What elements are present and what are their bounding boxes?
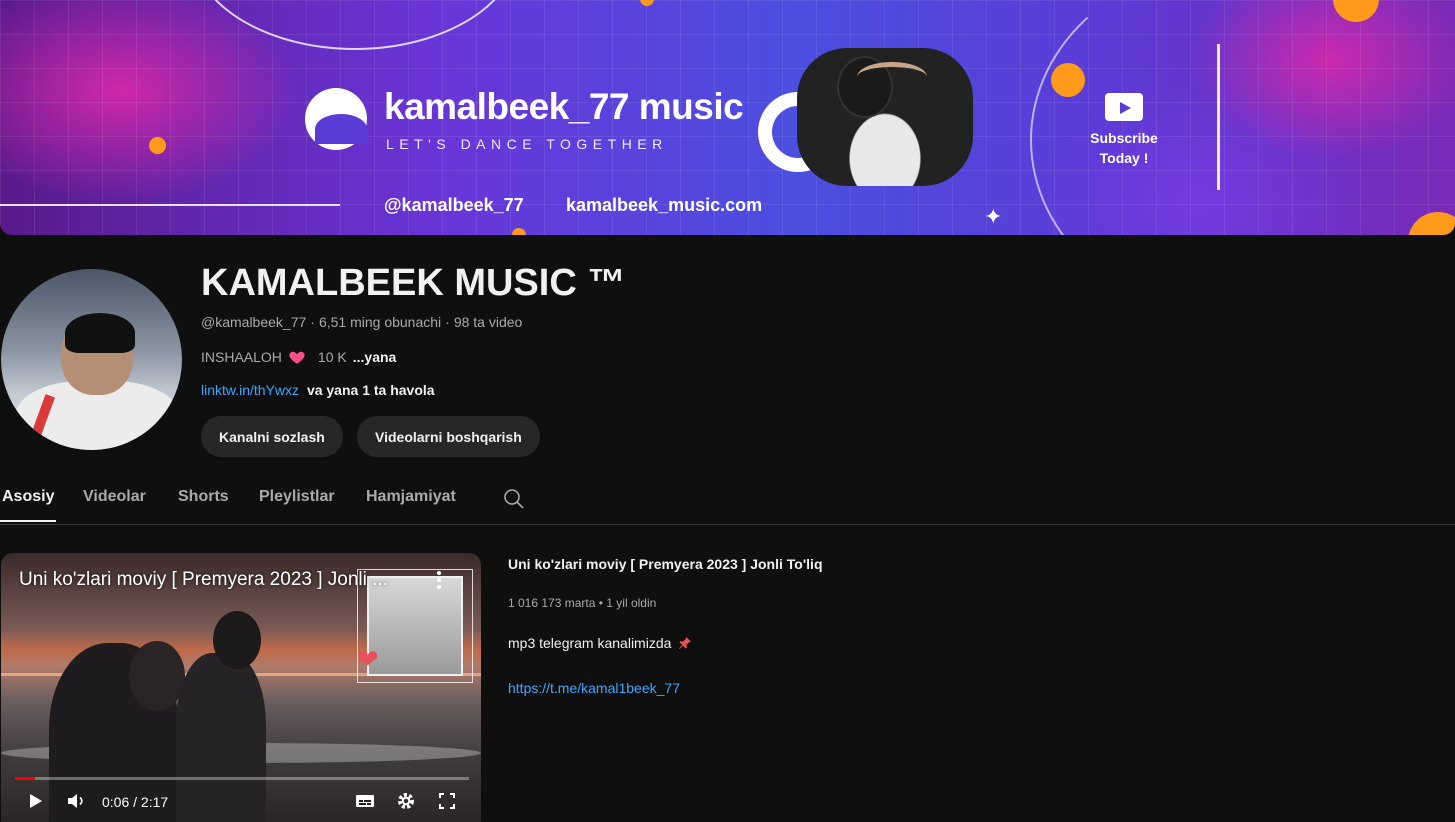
fullscreen-icon[interactable] xyxy=(435,789,459,813)
channel-link[interactable]: linktw.in/thYwxz xyxy=(201,382,299,398)
banner-handle: @kamalbeek_77 xyxy=(384,195,524,215)
progress-bar[interactable] xyxy=(15,777,469,780)
heart-icon xyxy=(289,351,305,364)
channel-banner: kamalbeek_77 music LET'S DANCE TOGETHER … xyxy=(0,0,1455,235)
play-icon[interactable] xyxy=(23,789,47,813)
view-count: 1 016 173 marta xyxy=(508,596,596,610)
banner-dot xyxy=(512,228,526,235)
upload-age: 1 yil oldin xyxy=(606,596,657,610)
banner-photo-hands xyxy=(857,62,927,92)
banner-subscribe-line1: Subscribe xyxy=(1090,130,1158,146)
progress-fill xyxy=(15,777,35,780)
pin-icon xyxy=(679,637,692,649)
manage-videos-button[interactable]: Videolarni boshqarish xyxy=(357,416,540,457)
search-icon[interactable] xyxy=(502,487,526,511)
channel-page: kamalbeek_77 music LET'S DANCE TOGETHER … xyxy=(0,0,1455,822)
tab-videos[interactable]: Videolar xyxy=(83,488,146,506)
featured-video-description: mp3 telegram kanalimizda xyxy=(508,635,693,651)
thumbnail-person-head xyxy=(213,611,261,669)
channel-meta: @kamalbeek_77 · 6,51 ming obunachi · 98 ta v… xyxy=(201,314,522,330)
thumbnail-person xyxy=(176,653,266,822)
description-more-link[interactable]: ...yana xyxy=(353,349,397,365)
volume-icon[interactable] xyxy=(64,789,88,813)
tab-shorts[interactable]: Shorts xyxy=(178,488,229,506)
featured-video-meta: 1 016 173 marta • 1 yil oldin xyxy=(508,596,656,610)
video-count: 98 ta video xyxy=(453,314,523,330)
channel-handle: @kamalbeek_77 xyxy=(201,314,307,330)
banner-divider xyxy=(0,204,340,206)
subscriber-count: 6,51 ming obunachi xyxy=(318,314,442,330)
banner-title: kamalbeek_77 music xyxy=(384,86,744,127)
banner-dot xyxy=(149,137,166,154)
sparkle-icon: ✦ xyxy=(984,204,1003,229)
video-player[interactable]: ❤ Uni ko'zlari moviy [ Premyera 2023 ] J… xyxy=(1,553,481,822)
heart-icon: ❤ xyxy=(357,644,379,674)
more-links[interactable]: va yana 1 ta havola xyxy=(307,382,435,398)
featured-video-link[interactable]: https://t.me/kamal1beek_77 xyxy=(508,680,680,696)
channel-avatar[interactable] xyxy=(1,269,182,450)
tab-community[interactable]: Hamjamiyat xyxy=(366,488,456,506)
banner-subscribe-line2: Today ! xyxy=(1099,150,1149,166)
thumbnail-person-head xyxy=(129,641,185,711)
banner-vertical-line xyxy=(1217,44,1220,190)
banner-photo xyxy=(797,48,973,186)
customize-channel-button[interactable]: Kanalni sozlash xyxy=(201,416,343,457)
channel-description[interactable]: INSHAALOH 10 K ...yana xyxy=(201,348,396,366)
tab-playlists[interactable]: Pleylistlar xyxy=(259,488,335,506)
featured-video-title[interactable]: Uni ko'zlari moviy [ Premyera 2023 ] Jon… xyxy=(508,556,823,572)
player-title[interactable]: Uni ko'zlari moviy [ Premyera 2023 ] Jon… xyxy=(19,569,409,591)
thumbnail-inset-photo xyxy=(367,576,463,676)
description-line: mp3 telegram kanalimizda xyxy=(508,635,672,651)
banner-website: kamalbeek_music.com xyxy=(566,195,763,215)
banner-subscribe-text: Subscribe Today ! xyxy=(1078,128,1170,168)
clapperboard-icon xyxy=(1105,93,1143,121)
banner-dot xyxy=(1051,63,1085,97)
description-suffix: 10 K xyxy=(317,349,347,365)
banner-tagline: LET'S DANCE TOGETHER xyxy=(386,136,668,152)
tab-home[interactable]: Asosiy xyxy=(2,488,54,506)
channel-tabs: Asosiy Videolar Shorts Pleylistlar Hamja… xyxy=(0,478,1455,524)
player-time: 0:06 / 2:17 xyxy=(102,794,169,810)
meta-separator: · xyxy=(310,314,315,330)
meta-separator: · xyxy=(445,314,450,330)
subtitles-icon[interactable] xyxy=(353,789,377,813)
channel-links: linktw.in/thYwxz va yana 1 ta havola xyxy=(201,382,435,398)
channel-name: KAMALBEEK MUSIC ™ xyxy=(201,262,626,304)
gear-icon[interactable] xyxy=(394,789,418,813)
kebab-menu-icon[interactable] xyxy=(432,570,446,590)
banner-logo-icon xyxy=(305,88,367,150)
active-tab-indicator xyxy=(0,520,56,522)
description-text: INSHAALOH xyxy=(201,349,282,365)
tabs-divider xyxy=(0,524,1455,525)
banner-arc xyxy=(1030,0,1450,235)
